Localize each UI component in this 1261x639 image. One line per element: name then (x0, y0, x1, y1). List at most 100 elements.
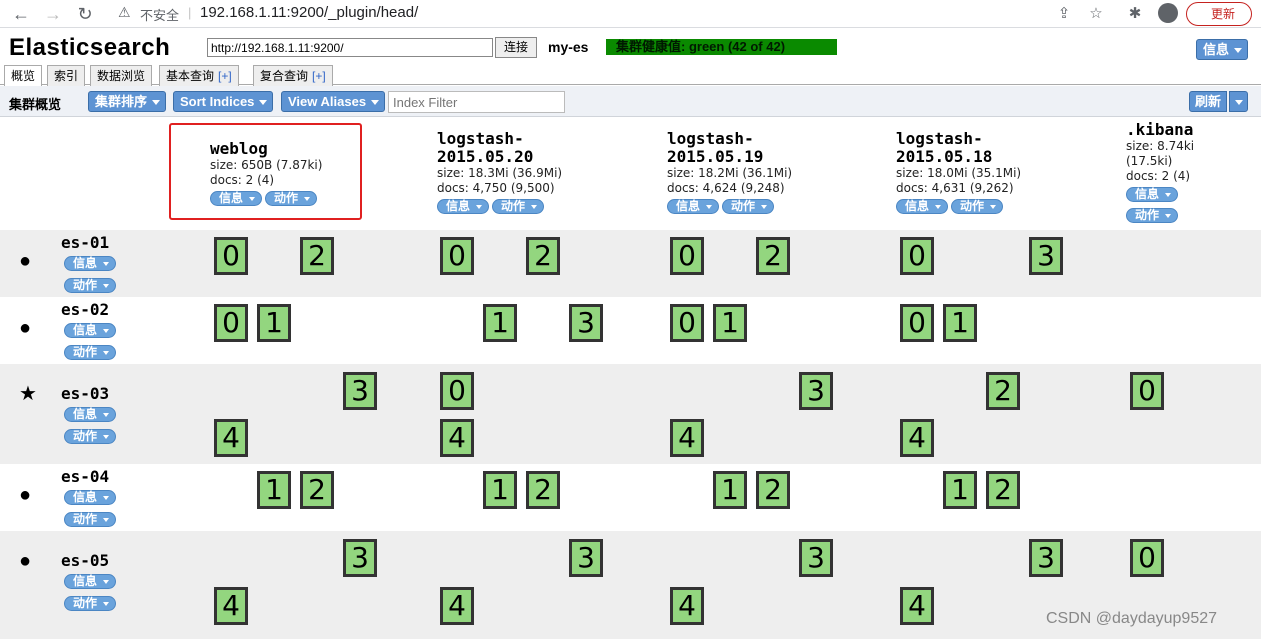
chevron-down-icon (103, 262, 110, 266)
extensions-icon[interactable]: ✱ (1124, 3, 1146, 25)
node-action-button[interactable]: 动作 (64, 345, 117, 360)
chevron-down-icon (476, 205, 483, 209)
node-action-button[interactable]: 动作 (64, 429, 117, 444)
node-action-button[interactable]: 动作 (64, 278, 117, 293)
shard[interactable]: 1 (713, 471, 747, 509)
shard[interactable]: 2 (756, 237, 790, 275)
refresh-options-button[interactable] (1229, 91, 1248, 112)
reload-icon[interactable]: ↻ (74, 3, 96, 25)
shard[interactable]: 0 (214, 304, 248, 342)
shard[interactable]: 2 (300, 237, 334, 275)
shard[interactable]: 2 (756, 471, 790, 509)
sort-indices-button[interactable]: Sort Indices (173, 91, 274, 112)
index-action-button[interactable]: 动作 (722, 199, 775, 214)
shard[interactable]: 1 (483, 304, 517, 342)
bookmark-star-icon[interactable]: ☆ (1085, 3, 1107, 25)
shard[interactable]: 0 (670, 304, 704, 342)
shard[interactable]: 1 (483, 471, 517, 509)
node-info-button[interactable]: 信息 (64, 323, 117, 338)
shard[interactable]: 0 (214, 237, 248, 275)
tab-compound-query[interactable]: 复合查询 [+] (253, 65, 333, 86)
node-info-button[interactable]: 信息 (64, 407, 117, 422)
shard[interactable]: 1 (943, 471, 977, 509)
index-info-button[interactable]: 信息 (1126, 187, 1179, 202)
node-info-button[interactable]: 信息 (64, 256, 117, 271)
share-icon[interactable]: ⇪ (1053, 3, 1075, 25)
index-name[interactable]: logstash- 2015.05.18 (896, 130, 1021, 166)
shard[interactable]: 3 (799, 539, 833, 577)
shard[interactable]: 3 (1029, 237, 1063, 275)
shard[interactable]: 1 (257, 304, 291, 342)
index-size: size: 18.2Mi (36.1Mi) (667, 166, 793, 180)
chevron-down-icon (103, 435, 110, 439)
index-name[interactable]: .kibana (1126, 121, 1194, 139)
shard[interactable]: 4 (214, 419, 248, 457)
shard[interactable]: 0 (440, 372, 474, 410)
shard[interactable]: 3 (343, 539, 377, 577)
tab-basic-query[interactable]: 基本查询 [+] (159, 65, 239, 86)
chevron-down-icon (531, 205, 538, 209)
index-info-button[interactable]: 信息 (667, 199, 720, 214)
index-name[interactable]: logstash- 2015.05.20 (437, 130, 562, 166)
index-info-button[interactable]: 信息 (896, 199, 949, 214)
node-name[interactable]: es-04 (61, 467, 109, 486)
shard[interactable]: 1 (943, 304, 977, 342)
shard[interactable]: 2 (986, 471, 1020, 509)
node-info-button[interactable]: 信息 (64, 490, 117, 505)
shard[interactable]: 0 (1130, 539, 1164, 577)
index-info-button[interactable]: 信息 (437, 199, 490, 214)
warning-icon[interactable]: ⚠ (118, 4, 131, 21)
shard[interactable]: 1 (257, 471, 291, 509)
shard[interactable]: 3 (343, 372, 377, 410)
index-action-button[interactable]: 动作 (951, 199, 1004, 214)
shard[interactable]: 4 (900, 419, 934, 457)
tab-indices[interactable]: 索引 (47, 65, 86, 86)
shard[interactable]: 0 (1130, 372, 1164, 410)
sort-cluster-button[interactable]: 集群排序 (88, 91, 167, 112)
node-name[interactable]: es-02 (61, 300, 109, 319)
shard[interactable]: 2 (526, 237, 560, 275)
node-action-button[interactable]: 动作 (64, 512, 117, 527)
shard[interactable]: 1 (713, 304, 747, 342)
index-name[interactable]: logstash- 2015.05.19 (667, 130, 792, 166)
shard[interactable]: 0 (670, 237, 704, 275)
shard[interactable]: 2 (986, 372, 1020, 410)
tab-browser[interactable]: 数据浏览 (90, 65, 153, 86)
shard[interactable]: 2 (300, 471, 334, 509)
shard[interactable]: 4 (214, 587, 248, 625)
shard[interactable]: 4 (670, 587, 704, 625)
shard[interactable]: 0 (900, 304, 934, 342)
update-button[interactable]: 更新 (1186, 2, 1252, 26)
shard[interactable]: 4 (440, 419, 474, 457)
node-name[interactable]: es-01 (61, 233, 109, 252)
refresh-button[interactable]: 刷新 (1189, 91, 1227, 112)
shard[interactable]: 3 (569, 304, 603, 342)
connect-button[interactable]: 连接 (495, 37, 537, 58)
node-info-button[interactable]: 信息 (64, 574, 117, 589)
index-action-button[interactable]: 动作 (1126, 208, 1179, 223)
insecure-label[interactable]: 不安全 (140, 5, 179, 24)
shard[interactable]: 2 (526, 471, 560, 509)
tab-overview[interactable]: 概览 (4, 65, 43, 87)
shard[interactable]: 3 (569, 539, 603, 577)
info-menu-button[interactable]: 信息 (1196, 39, 1248, 60)
shard[interactable]: 3 (799, 372, 833, 410)
view-aliases-button[interactable]: View Aliases (281, 91, 386, 112)
back-icon[interactable]: ← (10, 3, 32, 25)
node-name[interactable]: es-03 (61, 384, 109, 403)
index-action-button[interactable]: 动作 (492, 199, 545, 214)
shard[interactable]: 4 (670, 419, 704, 457)
shard[interactable]: 4 (440, 587, 474, 625)
node-action-button[interactable]: 动作 (64, 596, 117, 611)
index-filter-input[interactable] (388, 91, 565, 113)
connect-url-input[interactable] (207, 38, 493, 57)
shard[interactable]: 3 (1029, 539, 1063, 577)
address-bar-url[interactable]: 192.168.1.11:9200/_plugin/head/ (200, 4, 418, 21)
chevron-down-icon (371, 100, 380, 105)
node-name[interactable]: es-05 (61, 551, 109, 570)
profile-avatar[interactable] (1158, 3, 1178, 23)
shard[interactable]: 4 (900, 587, 934, 625)
forward-icon[interactable]: → (42, 3, 64, 25)
shard[interactable]: 0 (900, 237, 934, 275)
shard[interactable]: 0 (440, 237, 474, 275)
